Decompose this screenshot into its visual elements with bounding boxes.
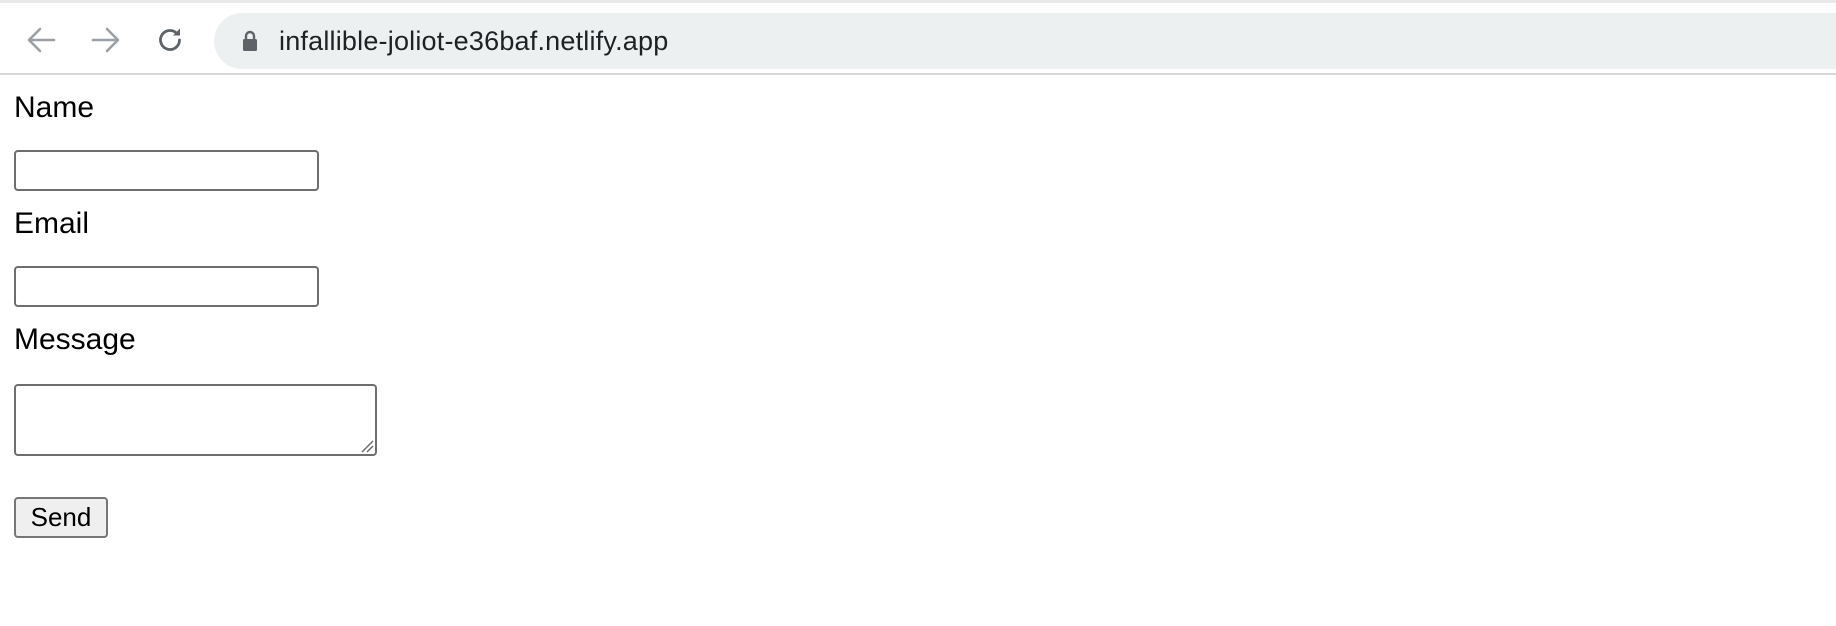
email-input[interactable] bbox=[14, 266, 319, 307]
message-label: Message bbox=[14, 323, 136, 356]
reload-button[interactable] bbox=[153, 23, 187, 57]
name-label: Name bbox=[14, 91, 95, 124]
page-content: Name Email Message Send bbox=[0, 75, 1836, 626]
lock-icon bbox=[243, 30, 257, 51]
send-button[interactable]: Send bbox=[14, 497, 108, 538]
address-bar[interactable]: infallible-joliot-e36baf.netlify.app bbox=[214, 13, 1836, 69]
email-label: Email bbox=[14, 207, 90, 240]
browser-toolbar: infallible-joliot-e36baf.netlify.app bbox=[0, 0, 1836, 75]
reload-icon bbox=[159, 28, 181, 51]
name-input[interactable] bbox=[14, 150, 319, 191]
url-text[interactable]: infallible-joliot-e36baf.netlify.app bbox=[279, 26, 668, 57]
arrow-left-icon bbox=[27, 27, 56, 53]
forward-button[interactable] bbox=[89, 23, 123, 57]
resize-grip-icon[interactable] bbox=[360, 439, 374, 453]
arrow-right-icon bbox=[91, 27, 120, 53]
message-textarea[interactable] bbox=[14, 384, 377, 456]
back-button[interactable] bbox=[24, 23, 58, 57]
